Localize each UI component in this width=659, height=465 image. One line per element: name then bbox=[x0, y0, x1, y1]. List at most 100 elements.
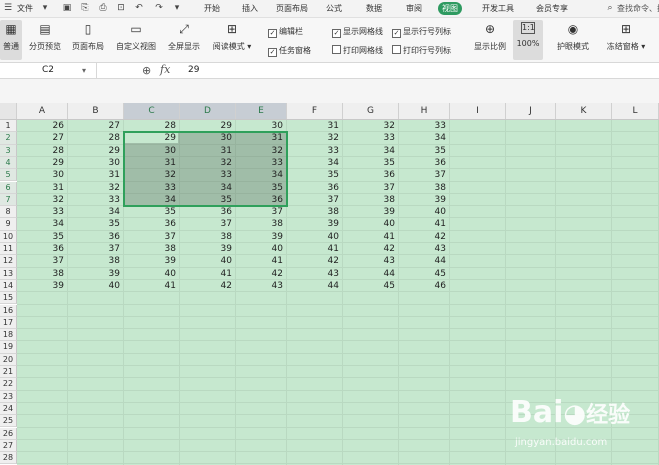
command-search-input[interactable]: 查找命令、搜 bbox=[617, 3, 659, 14]
redo-icon[interactable]: ↷ bbox=[154, 3, 164, 13]
column-header-A[interactable]: A bbox=[17, 103, 68, 119]
cell-E13[interactable]: 42 bbox=[236, 268, 283, 280]
cell-C6[interactable]: 33 bbox=[124, 182, 176, 194]
cell-F1[interactable]: 31 bbox=[287, 120, 339, 132]
cell-E14[interactable]: 43 bbox=[236, 280, 283, 292]
page-break-preview-button[interactable]: ▤ 分页预览 bbox=[26, 20, 64, 60]
tab-5[interactable]: 审阅 bbox=[402, 2, 426, 15]
cell-A9[interactable]: 34 bbox=[17, 218, 64, 230]
cell-A8[interactable]: 33 bbox=[17, 206, 64, 218]
cell-G5[interactable]: 36 bbox=[343, 169, 395, 181]
column-header-E[interactable]: E bbox=[236, 103, 287, 119]
print-icon[interactable]: ⎙ bbox=[98, 3, 108, 13]
checkbox-empty-icon[interactable] bbox=[332, 45, 341, 54]
column-header-L[interactable]: L bbox=[612, 103, 659, 119]
cell-B2[interactable]: 28 bbox=[68, 132, 120, 144]
cell-C3[interactable]: 30 bbox=[124, 145, 176, 157]
print-preview-icon[interactable]: ⊡ bbox=[116, 3, 126, 13]
normal-view-button[interactable]: ▦ 普通 bbox=[0, 20, 22, 60]
column-header-G[interactable]: G bbox=[343, 103, 399, 119]
cell-E4[interactable]: 33 bbox=[236, 157, 283, 169]
export-pdf-icon[interactable]: ⎘ bbox=[80, 3, 90, 13]
row-header-16[interactable]: 16 bbox=[0, 304, 17, 317]
row-header-11[interactable]: 11 bbox=[0, 243, 17, 256]
row-header-3[interactable]: 3 bbox=[0, 144, 17, 157]
row-header-28[interactable]: 28 bbox=[0, 452, 17, 465]
cell-G2[interactable]: 33 bbox=[343, 132, 395, 144]
cell-E2[interactable]: 31 bbox=[236, 132, 283, 144]
cell-D3[interactable]: 31 bbox=[180, 145, 232, 157]
cell-H8[interactable]: 40 bbox=[399, 206, 446, 218]
reading-mode-button[interactable]: ⊞ 阅读模式 ▾ bbox=[208, 20, 256, 60]
cell-G11[interactable]: 42 bbox=[343, 243, 395, 255]
cell-H1[interactable]: 33 bbox=[399, 120, 446, 132]
cell-D11[interactable]: 39 bbox=[180, 243, 232, 255]
cell-A4[interactable]: 29 bbox=[17, 157, 64, 169]
cell-G13[interactable]: 44 bbox=[343, 268, 395, 280]
column-header-I[interactable]: I bbox=[450, 103, 506, 119]
eye-protection-button[interactable]: ◉ 护眼模式 bbox=[553, 20, 593, 60]
cell-B11[interactable]: 37 bbox=[68, 243, 120, 255]
cell-F5[interactable]: 35 bbox=[287, 169, 339, 181]
cell-C14[interactable]: 41 bbox=[124, 280, 176, 292]
row-header-24[interactable]: 24 bbox=[0, 402, 17, 416]
cell-D5[interactable]: 33 bbox=[180, 169, 232, 181]
row-header-6[interactable]: 6 bbox=[0, 181, 17, 194]
cell-H7[interactable]: 39 bbox=[399, 194, 446, 206]
cell-H6[interactable]: 38 bbox=[399, 182, 446, 194]
cell-B14[interactable]: 40 bbox=[68, 280, 120, 292]
view-option-checkbox[interactable]: ✓ 显示网格线 bbox=[332, 26, 383, 38]
freeze-panes-button[interactable]: ⊞ 冻结窗格 ▾ bbox=[603, 20, 649, 60]
column-header-B[interactable]: B bbox=[68, 103, 124, 119]
cell-F9[interactable]: 39 bbox=[287, 218, 339, 230]
checkbox-checked-icon[interactable]: ✓ bbox=[268, 48, 277, 57]
tab-2[interactable]: 页面布局 bbox=[272, 2, 312, 15]
cell-A6[interactable]: 31 bbox=[17, 182, 64, 194]
row-header-15[interactable]: 15 bbox=[0, 292, 17, 305]
cell-C7[interactable]: 34 bbox=[124, 194, 176, 206]
cell-F2[interactable]: 32 bbox=[287, 132, 339, 144]
row-header-23[interactable]: 23 bbox=[0, 390, 17, 403]
cell-A13[interactable]: 38 bbox=[17, 268, 64, 280]
cell-H10[interactable]: 42 bbox=[399, 231, 446, 243]
column-header-C[interactable]: C bbox=[124, 103, 180, 119]
cell-B8[interactable]: 34 bbox=[68, 206, 120, 218]
row-header-10[interactable]: 10 bbox=[0, 230, 17, 243]
cell-C11[interactable]: 38 bbox=[124, 243, 176, 255]
cell-H4[interactable]: 36 bbox=[399, 157, 446, 169]
cell-E12[interactable]: 41 bbox=[236, 255, 283, 267]
tab-3[interactable]: 公式 bbox=[322, 2, 346, 15]
row-header-1[interactable]: 1 bbox=[0, 120, 17, 133]
cell-H9[interactable]: 41 bbox=[399, 218, 446, 230]
cell-C9[interactable]: 36 bbox=[124, 218, 176, 230]
cell-F10[interactable]: 40 bbox=[287, 231, 339, 243]
cell-B7[interactable]: 33 bbox=[68, 194, 120, 206]
cell-A14[interactable]: 39 bbox=[17, 280, 64, 292]
cell-C4[interactable]: 31 bbox=[124, 157, 176, 169]
row-header-21[interactable]: 21 bbox=[0, 366, 17, 379]
tab-8[interactable]: 会员专享 bbox=[532, 2, 572, 15]
row-header-4[interactable]: 4 bbox=[0, 156, 17, 170]
cell-F6[interactable]: 36 bbox=[287, 182, 339, 194]
row-header-5[interactable]: 5 bbox=[0, 169, 17, 182]
cell-E11[interactable]: 40 bbox=[236, 243, 283, 255]
cell-E6[interactable]: 35 bbox=[236, 182, 283, 194]
cell-E5[interactable]: 34 bbox=[236, 169, 283, 181]
column-header-F[interactable]: F bbox=[287, 103, 343, 119]
cell-A7[interactable]: 32 bbox=[17, 194, 64, 206]
hamburger-menu-icon[interactable]: ☰ bbox=[3, 3, 13, 13]
tab-6[interactable]: 视图 bbox=[438, 2, 462, 15]
file-menu[interactable]: 文件 bbox=[17, 3, 33, 14]
cell-E1[interactable]: 30 bbox=[236, 120, 283, 132]
cell-G4[interactable]: 35 bbox=[343, 157, 395, 169]
checkbox-empty-icon[interactable] bbox=[392, 45, 401, 54]
cell-F7[interactable]: 37 bbox=[287, 194, 339, 206]
cell-D9[interactable]: 37 bbox=[180, 218, 232, 230]
cell-F12[interactable]: 42 bbox=[287, 255, 339, 267]
cell-B1[interactable]: 27 bbox=[68, 120, 120, 132]
tab-4[interactable]: 数据 bbox=[362, 2, 386, 15]
cell-B4[interactable]: 30 bbox=[68, 157, 120, 169]
cell-H14[interactable]: 46 bbox=[399, 280, 446, 292]
cell-D1[interactable]: 29 bbox=[180, 120, 232, 132]
cell-F14[interactable]: 44 bbox=[287, 280, 339, 292]
